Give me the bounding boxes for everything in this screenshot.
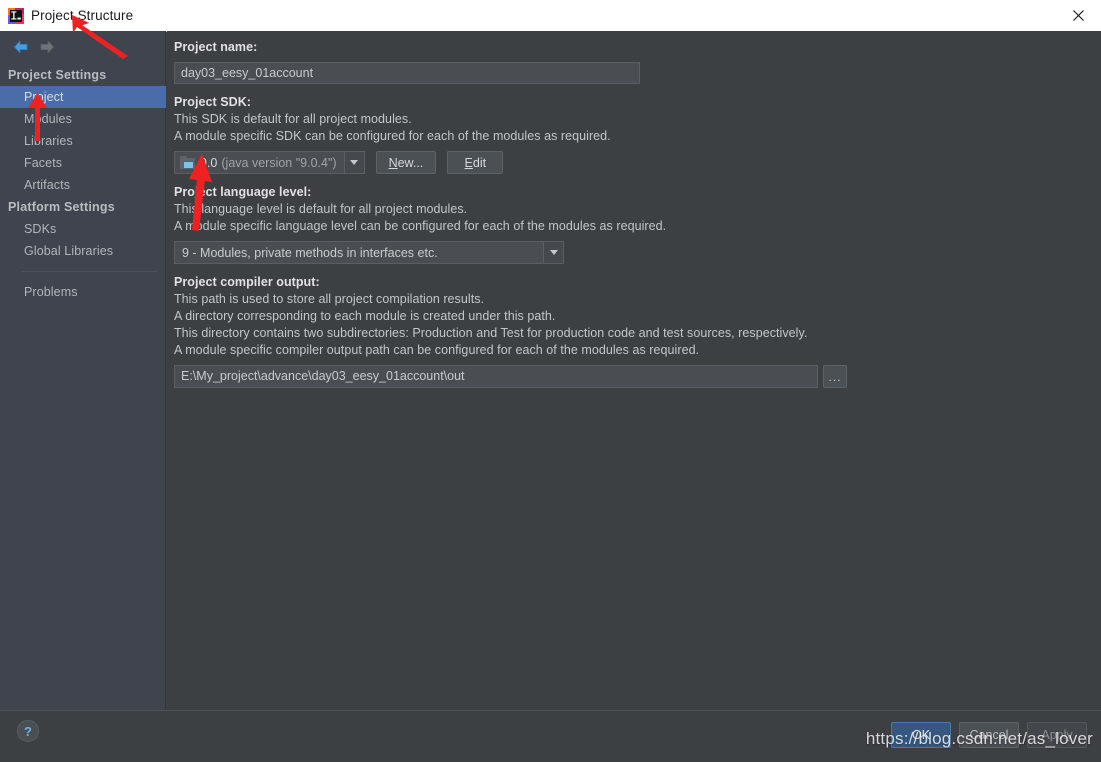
- compiler-output-desc-line-2: A directory corresponding to each module…: [174, 309, 556, 323]
- settings-sidebar: Project Settings Project Modules Librari…: [0, 31, 166, 710]
- compiler-output-input[interactable]: E:\My_project\advance\day03_eesy_01accou…: [174, 365, 818, 388]
- project-settings-panel: Project name: day03_eesy_01account Proje…: [167, 31, 1101, 710]
- sidebar-list: Project Settings Project Modules Librari…: [0, 64, 166, 303]
- sidebar-item-modules[interactable]: Modules: [0, 108, 166, 130]
- sidebar-group-platform-settings: Platform Settings: [8, 200, 115, 214]
- sidebar-item-problems[interactable]: Problems: [0, 281, 166, 303]
- sidebar-item-project[interactable]: Project: [0, 86, 166, 108]
- sidebar-nav-row: [0, 35, 166, 59]
- title-bar: Project Structure: [0, 0, 1101, 32]
- project-sdk-row: 9.0 (java version "9.0.4") New... Edit: [174, 151, 1101, 174]
- compiler-output-label: Project compiler output:: [174, 275, 320, 289]
- language-level-combo[interactable]: 9 - Modules, private methods in interfac…: [174, 241, 564, 264]
- intellij-idea-icon: [8, 7, 24, 24]
- project-name-label: Project name:: [174, 40, 258, 54]
- sidebar-item-artifacts[interactable]: Artifacts: [0, 174, 166, 196]
- language-level-value: 9 - Modules, private methods in interfac…: [182, 245, 438, 260]
- project-sdk-desc-line-1: This SDK is default for all project modu…: [174, 112, 412, 126]
- sidebar-item-facets[interactable]: Facets: [0, 152, 166, 174]
- sidebar-group-project-settings: Project Settings: [8, 68, 107, 82]
- compiler-output-desc-line-4: A module specific compiler output path c…: [174, 343, 700, 357]
- sidebar-item-libraries[interactable]: Libraries: [0, 130, 166, 152]
- sidebar-item-global-libraries[interactable]: Global Libraries: [0, 240, 166, 262]
- project-sdk-name: 9.0: [200, 155, 218, 170]
- sidebar-item-sdks[interactable]: SDKs: [0, 218, 166, 240]
- compiler-output-desc-line-1: This path is used to store all project c…: [174, 292, 485, 306]
- chevron-down-icon[interactable]: [343, 152, 364, 173]
- sidebar-separator: [22, 271, 158, 272]
- language-level-desc-line-1: This language level is default for all p…: [174, 202, 468, 216]
- project-structure-dialog: Project Structure Project Settings Proje…: [0, 0, 1101, 762]
- help-question-icon[interactable]: ?: [17, 720, 39, 742]
- chevron-down-icon[interactable]: [543, 242, 563, 263]
- language-level-desc-line-2: A module specific language level can be …: [174, 219, 667, 233]
- ellipsis-browse-icon[interactable]: ...: [823, 365, 847, 388]
- window-title: Project Structure: [31, 8, 134, 23]
- compiler-output-desc-line-3: This directory contains two subdirectori…: [174, 326, 808, 340]
- arrow-back-icon[interactable]: [8, 37, 34, 57]
- project-sdk-combo[interactable]: 9.0 (java version "9.0.4"): [174, 151, 365, 174]
- project-sdk-desc-line-2: A module specific SDK can be configured …: [174, 129, 611, 143]
- language-level-label: Project language level:: [174, 185, 312, 199]
- arrow-forward-icon: [34, 37, 60, 57]
- jdk-folder-icon: [180, 155, 196, 170]
- close-icon[interactable]: [1055, 1, 1101, 31]
- compiler-output-row: E:\My_project\advance\day03_eesy_01accou…: [174, 365, 1101, 388]
- project-sdk-combo-value: 9.0 (java version "9.0.4"): [175, 152, 344, 173]
- csdn-watermark: https://blog.csdn.net/as_lover: [865, 729, 1093, 748]
- project-sdk-label: Project SDK:: [174, 95, 252, 109]
- project-name-input[interactable]: day03_eesy_01account: [174, 62, 640, 84]
- project-sdk-detail: (java version "9.0.4"): [221, 155, 337, 170]
- edit-sdk-button[interactable]: Edit: [447, 151, 504, 174]
- new-sdk-button[interactable]: New...: [375, 151, 437, 174]
